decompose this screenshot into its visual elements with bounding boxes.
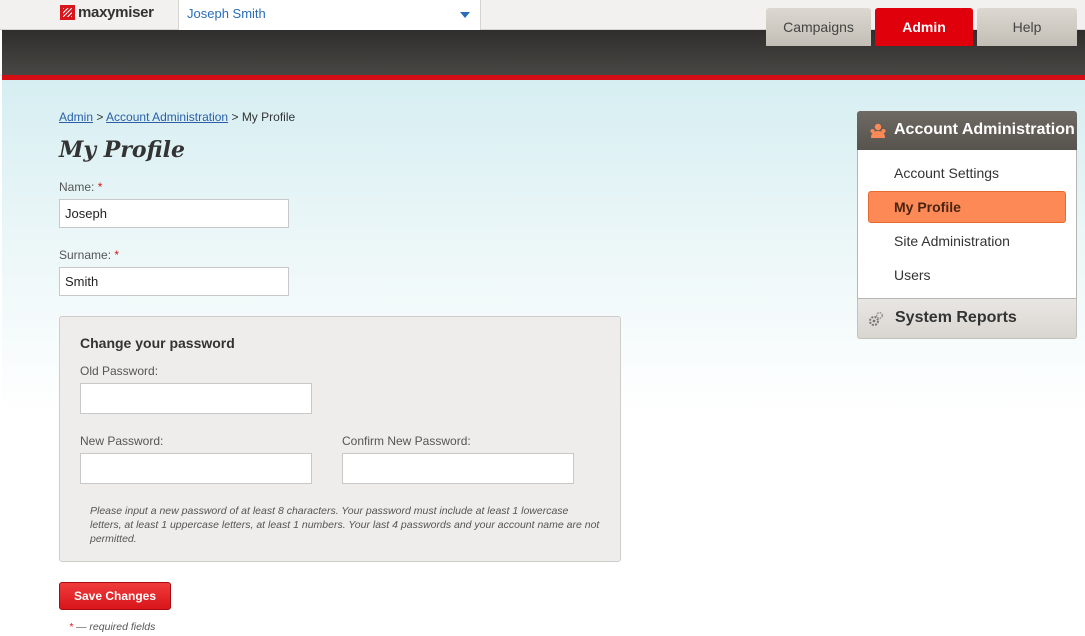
required-fields-note: * — required fields <box>69 621 155 633</box>
sidebar-item-users[interactable]: Users <box>894 267 931 283</box>
tab-campaigns[interactable]: Campaigns <box>766 8 871 46</box>
tab-help[interactable]: Help <box>977 8 1077 46</box>
required-asterisk: * <box>97 180 103 194</box>
required-asterisk: * <box>114 248 120 262</box>
breadcrumb: Admin > Account Administration > My Prof… <box>59 110 295 124</box>
new-password-label: New Password: <box>80 434 164 448</box>
name-input[interactable] <box>59 199 289 228</box>
confirm-password-input[interactable] <box>342 453 574 484</box>
user-account-select[interactable]: Joseph Smith <box>178 0 481 30</box>
breadcrumb-separator: > <box>96 110 104 124</box>
change-password-title: Change your password <box>80 335 235 351</box>
breadcrumb-admin-link[interactable]: Admin <box>59 110 93 124</box>
tab-admin[interactable]: Admin <box>875 8 973 46</box>
required-fields-text: — required fields <box>76 621 156 633</box>
logo-text: maxymiser <box>78 4 154 21</box>
required-asterisk: * <box>69 621 74 633</box>
old-password-input[interactable] <box>80 383 312 414</box>
sidebar-item-account-settings[interactable]: Account Settings <box>894 165 999 181</box>
breadcrumb-separator: > <box>231 110 239 124</box>
surname-label-text: Surname: <box>59 248 112 262</box>
user-name: Joseph Smith <box>187 6 266 21</box>
sidebar-item-site-administration[interactable]: Site Administration <box>894 233 1010 249</box>
page-title: My Profile <box>59 137 185 163</box>
breadcrumb-current: My Profile <box>241 110 296 124</box>
confirm-password-label: Confirm New Password: <box>342 434 471 448</box>
sidebar-item-my-profile-label: My Profile <box>894 199 961 215</box>
gears-icon <box>869 311 884 326</box>
sidebar-heading: Account Administration <box>894 121 1075 138</box>
old-password-label: Old Password: <box>80 364 159 378</box>
people-icon <box>870 123 886 138</box>
surname-label: Surname: * <box>59 248 119 262</box>
new-password-input[interactable] <box>80 453 312 484</box>
logo[interactable]: maxymiser <box>60 4 154 21</box>
breadcrumb-account-admin-link[interactable]: Account Administration <box>106 110 228 124</box>
save-changes-button[interactable]: Save Changes <box>59 582 171 610</box>
chevron-down-icon <box>460 12 470 18</box>
password-hint: Please input a new password of at least … <box>90 505 600 545</box>
name-label-text: Name: <box>59 180 95 194</box>
surname-input[interactable] <box>59 267 289 296</box>
sidebar-account-admin-header[interactable]: Account Administration <box>857 111 1077 150</box>
maxymiser-logo-icon <box>60 5 75 20</box>
system-reports-label: System Reports <box>895 309 1017 326</box>
name-label: Name: * <box>59 180 102 194</box>
